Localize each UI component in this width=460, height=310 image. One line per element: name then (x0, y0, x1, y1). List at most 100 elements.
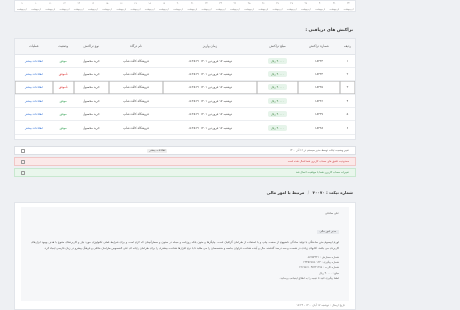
date-cell[interactable]: ۱۷ اردیبهشت (130, 1, 141, 11)
ticket-number: شماره تیکت : ۴۰۰۷۰ (312, 190, 353, 195)
transaction-time: دوشنبه ۱۷ فروردین ۱۴۰۱ ۰۵:۴۸:۴۱ (187, 85, 233, 90)
date-month: اردیبهشت (343, 8, 354, 11)
transactions-card: ردیف شماره تراکنش مبلغ تراکنش زمان واریز نام… (14, 38, 356, 140)
transaction-type: خرید محصول (82, 98, 100, 103)
date-cell[interactable]: ۳۰ اردیبهشت (315, 1, 325, 11)
date-month: اردیبهشت (286, 8, 297, 11)
column-header: ردیف (339, 39, 355, 55)
gateway-name: فروشگاه کالت شاپ (123, 58, 149, 63)
notice-text: محدودیت تلفیق های حساب کاربری شما فعال ش… (287, 160, 349, 163)
info-line: لطفا پیگیری کنید تا نتیجه را به اطلاع ای… (279, 275, 339, 280)
date-month: اردیبهشت (144, 8, 155, 11)
date-cell[interactable]: ۳۲ اردیبهشت (343, 1, 354, 11)
message-text: لورم ایپسوم متن ساختگی با تولید سادگی نا… (31, 239, 339, 250)
date-cell[interactable]: ۲۷ اردیبهشت (272, 1, 283, 11)
transaction-type: خرید محصول (82, 58, 100, 63)
date-cell[interactable]: ۱۰ اردیبهشت (31, 1, 41, 11)
date-month: اردیبهشت (87, 8, 98, 11)
date-cell[interactable]: ۱۴ اردیبهشت (87, 1, 98, 11)
date-month: اردیبهشت (229, 8, 240, 11)
transaction-status: موفق (59, 125, 67, 130)
column-header: شماره تراکنش (298, 39, 340, 55)
transaction-id: ۱۸۳۲۶ (314, 98, 323, 103)
transaction-amount: ۴۰۰۰۰ ریال (267, 57, 288, 64)
column-header: وضعیت (52, 39, 74, 55)
date-month: اردیبهشت (102, 8, 112, 11)
more-info-link[interactable]: اطلاعات بیشتر (25, 112, 43, 116)
date-month: اردیبهشت (130, 8, 141, 11)
date-month: اردیبهشت (158, 8, 169, 11)
row-index: ۱ (346, 58, 349, 63)
transactions-table: ردیف شماره تراکنش مبلغ تراکنش زمان واریز نام… (15, 39, 355, 135)
transaction-amount: ۴۰۰۰۰ ریال (267, 71, 288, 78)
transaction-status: موفق (59, 58, 67, 63)
date-cell[interactable]: ۱۶ اردیبهشت (116, 1, 127, 11)
date-month: اردیبهشت (73, 8, 84, 11)
date-month: اردیبهشت (59, 8, 70, 11)
more-info-link[interactable]: اطلاعات بیشتر (25, 59, 43, 63)
notice-text: تغییر وضعیت تیکت توسط مدیر سیستم در ۱۶ آ… (289, 149, 349, 152)
transaction-status: ناموفق (58, 72, 68, 77)
more-info-link[interactable]: اطلاعات بیشتر (25, 72, 43, 76)
sender-name: علی صادقی (325, 211, 339, 215)
more-info-link[interactable]: اطلاعات بیشتر (25, 99, 43, 103)
date-month: اردیبهشت (45, 8, 56, 11)
date-cell[interactable]: ۲۱ اردیبهشت (187, 1, 198, 11)
date-month: اردیبهشت (244, 8, 254, 11)
transaction-id: ۱۸۳۲۳ (314, 58, 323, 63)
transaction-time: دوشنبه ۱۷ فروردین ۱۴۰۱ ۰۵:۴۸:۴۱ (187, 98, 233, 103)
date-cell[interactable]: ۲۸ اردیبهشت (286, 1, 297, 11)
transaction-status: موفق (59, 98, 67, 103)
notice-tag[interactable]: اطلاعات بیشتر (147, 148, 168, 153)
column-header: مبلغ تراکنش (256, 39, 299, 55)
date-cell[interactable]: ۱۵ اردیبهشت (102, 1, 112, 11)
date-cell[interactable]: ۱۳ اردیبهشت (73, 1, 84, 11)
column-header: نوع تراکنش (73, 39, 110, 55)
date-cell[interactable]: ۹ اردیبهشت (16, 1, 27, 11)
date-cell[interactable]: ۱۹ اردیبهشت (158, 1, 169, 11)
ticket-message: علی صادقی مدیر امور مالی لورم ایپسوم متن… (21, 207, 349, 301)
date-cell[interactable]: ۱۲ اردیبهشت (59, 1, 70, 11)
date-month: اردیبهشت (329, 8, 340, 11)
date-month: اردیبهشت (31, 8, 41, 11)
checkbox-icon[interactable] (21, 148, 26, 153)
transaction-time: دوشنبه ۱۷ فروردین ۱۴۰۱ ۰۵:۴۸:۴۱ (187, 58, 233, 63)
gateway-name: فروشگاه کالت شاپ (123, 85, 149, 90)
transaction-amount: ۴۰۰۰۰ ریال (267, 84, 288, 91)
notice-bar: تغییرات حساب کاربری شما با موفقیت اعمال … (14, 168, 356, 177)
date-cell[interactable]: ۲۹ اردیبهشت (301, 1, 311, 11)
checkbox-icon[interactable] (21, 170, 25, 175)
column-header: نام درگاه (109, 39, 164, 55)
date-cell[interactable]: ۲۶ اردیبهشت (258, 1, 269, 11)
date-month: اردیبهشت (272, 8, 283, 11)
date-cell[interactable]: ۲۵ اردیبهشت (244, 1, 254, 11)
more-info-link[interactable]: اطلاعات بیشتر (25, 85, 43, 89)
transaction-id: ۱۸۳۲۸ (314, 125, 323, 130)
row-index: ۴ (346, 98, 349, 103)
gateway-name: فروشگاه کالت شاپ (123, 112, 149, 117)
transaction-type: خرید محصول (82, 72, 100, 77)
transaction-type: خرید محصول (82, 85, 100, 90)
date-month: اردیبهشت (258, 8, 269, 11)
date-month: اردیبهشت (16, 8, 27, 11)
table-row: ۲ ۱۸۳۲۴ ۴۰۰۰۰ ریال دوشنبه ۱۷ فروردین ۱۴۰۱ ۰… (15, 67, 355, 82)
table-row: ۱ ۱۸۳۲۳ ۴۰۰۰۰ ریال دوشنبه ۱۷ فروردین ۱۴۰۱ ۰… (15, 54, 355, 68)
transaction-time: دوشنبه ۱۷ فروردین ۱۴۰۱ ۰۵:۴۸:۴۱ (187, 125, 233, 130)
date-cell[interactable]: ۳۱ اردیبهشت (329, 1, 340, 11)
notice-bar: تغییر وضعیت تیکت توسط مدیر سیستم در ۱۶ آ… (14, 146, 356, 155)
date-cell[interactable]: ۲۴ اردیبهشت (229, 1, 240, 11)
date-cell[interactable]: ۱۸ اردیبهشت (144, 1, 155, 11)
more-info-link[interactable]: اطلاعات بیشتر (25, 126, 43, 130)
checkbox-icon[interactable] (21, 159, 25, 164)
ticket-title: شماره تیکت : ۴۰۰۷۰ / مرتبط با امور مالی (267, 190, 353, 195)
transactions-title: تراکنش های دریافتی : (305, 28, 353, 33)
date-cell[interactable]: ۲۰ اردیبهشت (173, 1, 183, 11)
date-cell[interactable]: ۲۲ اردیبهشت (202, 1, 212, 11)
date-month: اردیبهشت (116, 8, 127, 11)
table-row: ۴ ۱۸۳۲۶ ۴۰۰۰۰ ریال دوشنبه ۱۷ فروردین ۱۴۰۱ ۰… (15, 94, 355, 109)
date-cell[interactable]: ۱۱ اردیبهشت (45, 1, 56, 11)
transaction-id: ۱۸۳۲۵ (314, 85, 323, 90)
date-month: اردیبهشت (187, 8, 198, 11)
date-cell[interactable]: ۲۳ اردیبهشت (216, 1, 226, 11)
transaction-id: ۱۸۳۲۷ (314, 112, 323, 117)
